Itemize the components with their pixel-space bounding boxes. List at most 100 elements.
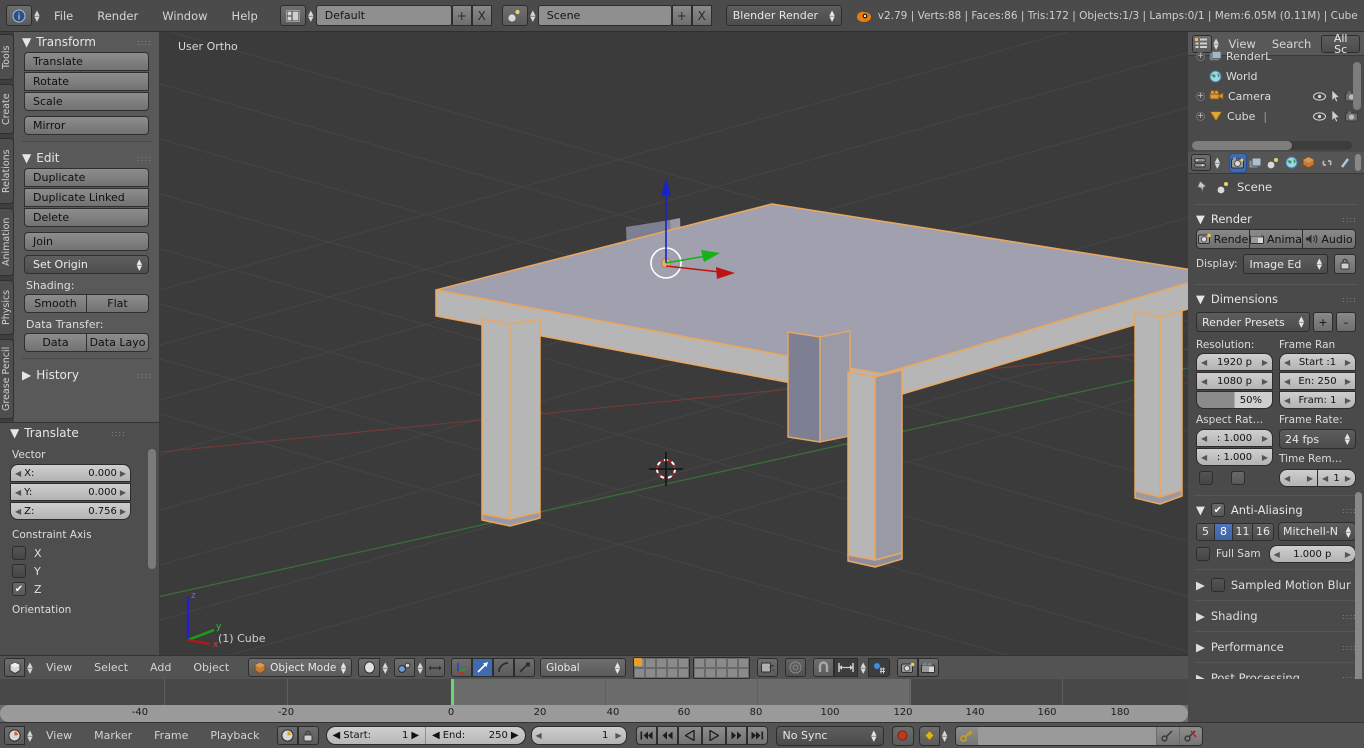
frame-rate-select[interactable]: 24 fps ▲ ▼ xyxy=(1279,429,1356,449)
viewport-shading-icon[interactable] xyxy=(358,658,381,677)
eye-icon[interactable] xyxy=(1313,111,1326,121)
translate-manipulator-icon[interactable] xyxy=(472,658,494,677)
current-frame-field[interactable]: ◀ 1 ▶ xyxy=(530,726,627,745)
panel-shading[interactable]: ▶ Shading :::: xyxy=(1188,605,1364,627)
app-menu-spinner[interactable]: ▲ ▼ xyxy=(32,5,42,26)
outliner-row-renderlayers[interactable]: + RenderL xyxy=(1188,46,1364,66)
timeline-strip[interactable]: -40 -20 0 20 40 60 80 100 120 140 160 18… xyxy=(0,679,1188,722)
timeline-menu-marker[interactable]: Marker xyxy=(83,729,143,742)
decrement-arrow-icon[interactable]: ◀ xyxy=(432,730,440,741)
scene-icon[interactable] xyxy=(501,5,528,26)
frame-end-field[interactable]: ◀ En: 250 ▶ xyxy=(1279,372,1356,390)
keying-set-icon[interactable] xyxy=(918,725,940,746)
grip-icon[interactable]: :::: xyxy=(137,38,151,46)
transform-orientation-select[interactable]: Global ▲ ▼ xyxy=(540,658,627,677)
duplicate-linked-button[interactable]: Duplicate Linked xyxy=(24,188,149,207)
display-mode-select[interactable]: Image Ed ▲ ▼ xyxy=(1243,254,1328,274)
grip-icon[interactable]: :::: xyxy=(1342,612,1356,620)
increment-arrow-icon[interactable]: ▶ xyxy=(1345,550,1351,559)
join-button[interactable]: Join xyxy=(24,232,149,251)
add-scene-button[interactable]: + xyxy=(671,5,692,26)
menu-file[interactable]: File xyxy=(42,9,85,23)
delete-button[interactable]: Delete xyxy=(24,208,149,227)
checkbox-y-icon[interactable] xyxy=(12,564,26,578)
tab-render[interactable] xyxy=(1229,153,1246,172)
translate-button[interactable]: Translate xyxy=(24,52,149,71)
aspect-y-field[interactable]: ◀ : 1.000 ▶ xyxy=(1196,448,1273,466)
lock-camera-to-view-icon[interactable] xyxy=(757,658,779,677)
set-origin-dropdown[interactable]: Set Origin ▲ ▼ xyxy=(24,255,149,274)
tab-world[interactable] xyxy=(1283,154,1299,172)
time-remap-new-field[interactable]: ◀ 1 ▶ xyxy=(1318,469,1356,487)
mirror-button[interactable]: Mirror xyxy=(24,116,149,135)
translate-z-field[interactable]: ◀ Z: 0.756 ▶ xyxy=(10,502,131,520)
tab-create[interactable]: Create xyxy=(0,84,14,134)
history-panel-header[interactable]: ▶ History :::: xyxy=(14,365,159,385)
checkbox-x-icon[interactable] xyxy=(12,546,26,560)
jump-to-start-button[interactable] xyxy=(635,726,657,745)
increment-arrow-icon[interactable]: ▶ xyxy=(615,731,621,740)
lock-time-icon[interactable] xyxy=(297,726,319,745)
outliner-horizontal-scrollbar[interactable] xyxy=(1192,141,1352,150)
decrement-arrow-icon[interactable]: ◀ xyxy=(333,730,341,741)
aa-samples-11[interactable]: 11 xyxy=(1233,523,1253,540)
data-transfer-button[interactable]: Data xyxy=(24,333,87,352)
editor-type-spinner[interactable]: ▲ ▼ xyxy=(25,657,35,678)
translate-x-field[interactable]: ◀ X: 0.000 ▶ xyxy=(10,464,131,482)
properties-type-spinner[interactable]: ▲ ▼ xyxy=(1213,154,1222,171)
antialiasing-panel-header[interactable]: ▼ ✔ Anti-Aliasing :::: xyxy=(1188,500,1364,520)
menu-help[interactable]: Help xyxy=(220,9,270,23)
decrement-arrow-icon[interactable]: ◀ xyxy=(1201,453,1207,462)
render-image-button[interactable]: Rende xyxy=(1196,229,1250,249)
decrement-arrow-icon[interactable]: ◀ xyxy=(1201,434,1207,443)
tab-animation[interactable]: Animation xyxy=(0,208,14,276)
motion-blur-checkbox[interactable] xyxy=(1210,578,1225,592)
shade-flat-button[interactable]: Flat xyxy=(87,294,149,313)
aa-samples-8[interactable]: 8 xyxy=(1215,523,1233,540)
increment-arrow-icon[interactable]: ▶ xyxy=(120,488,126,497)
viewport-shading-spinner[interactable]: ▲ ▼ xyxy=(380,657,390,678)
grip-icon[interactable]: :::: xyxy=(1342,215,1356,223)
expand-icon[interactable]: + xyxy=(1196,91,1205,101)
frame-start-field[interactable]: ◀ Start :1 ▶ xyxy=(1279,353,1356,371)
scale-manipulator-icon[interactable] xyxy=(514,658,536,677)
constraint-axis-x-row[interactable]: X xyxy=(0,544,159,562)
tab-tools[interactable]: Tools xyxy=(0,34,14,80)
grip-icon[interactable]: :::: xyxy=(1342,295,1356,303)
decrement-arrow-icon[interactable]: ◀ xyxy=(15,488,21,497)
layer-group-1[interactable] xyxy=(633,656,691,679)
keyingset-icon[interactable] xyxy=(955,726,978,745)
jump-to-end-button[interactable] xyxy=(746,726,768,745)
manipulator-axis-icon[interactable] xyxy=(451,658,473,677)
add-preset-button[interactable]: + xyxy=(1313,312,1333,332)
properties-tabbar-scroll[interactable] xyxy=(1354,154,1362,171)
timeline-menu-frame[interactable]: Frame xyxy=(143,729,199,742)
cursor-arrow-icon[interactable] xyxy=(1331,90,1340,102)
grip-icon[interactable]: :::: xyxy=(111,429,125,437)
render-preview-icon[interactable] xyxy=(897,658,919,677)
use-preview-range-icon[interactable] xyxy=(276,726,298,745)
viewport-menu-view[interactable]: View xyxy=(35,661,83,674)
resolution-y-field[interactable]: ◀ 1080 p ▶ xyxy=(1196,372,1273,390)
timeline-editor-type-icon[interactable] xyxy=(4,726,25,745)
full-sample-checkbox[interactable] xyxy=(1196,547,1210,561)
viewport-menu-add[interactable]: Add xyxy=(139,661,182,674)
duplicate-button[interactable]: Duplicate xyxy=(24,168,149,187)
manipulator-toggle-icon[interactable] xyxy=(425,658,446,677)
add-screen-button[interactable]: + xyxy=(451,5,472,26)
snap-target-icon[interactable] xyxy=(868,658,891,677)
keying-set-spinner[interactable]: ▲ ▼ xyxy=(940,726,950,746)
rotate-button[interactable]: Rotate xyxy=(24,72,149,91)
timeline-menu-playback[interactable]: Playback xyxy=(199,729,270,742)
decrement-arrow-icon[interactable]: ◀ xyxy=(1201,358,1207,367)
checkbox-z-icon[interactable]: ✔ xyxy=(12,582,26,596)
snap-mode-spinner[interactable]: ▲ ▼ xyxy=(858,657,868,678)
scale-button[interactable]: Scale xyxy=(24,92,149,111)
shade-smooth-button[interactable]: Smooth xyxy=(24,294,87,313)
properties-editor-type-icon[interactable] xyxy=(1191,154,1211,171)
outliner-row-camera[interactable]: + Camera xyxy=(1188,86,1364,106)
screen-layout-field[interactable]: Default xyxy=(315,5,452,26)
decrement-arrow-icon[interactable]: ◀ xyxy=(15,507,21,516)
decrement-arrow-icon[interactable]: ◀ xyxy=(1284,377,1290,386)
aa-samples-16[interactable]: 16 xyxy=(1253,523,1273,540)
